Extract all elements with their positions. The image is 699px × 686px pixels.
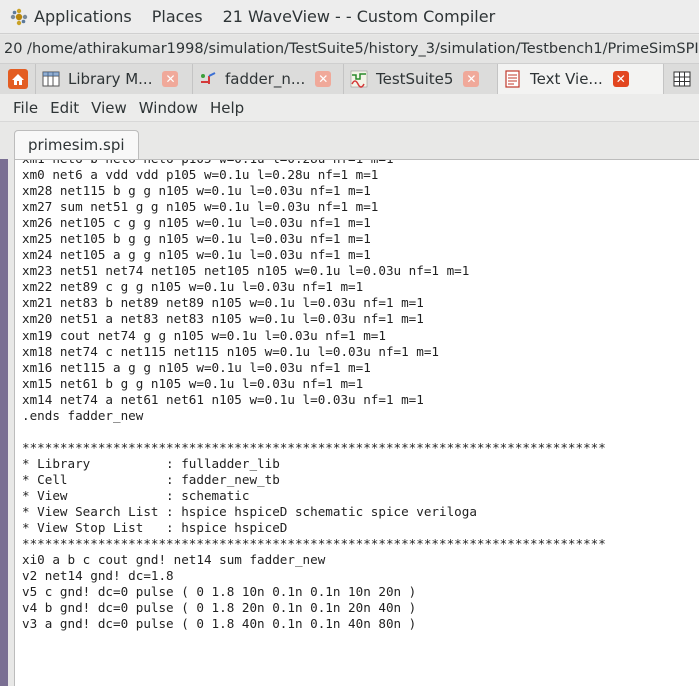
applications-icon[interactable] — [10, 8, 28, 26]
tab-testsuite5[interactable]: TestSuite5 ✕ — [344, 64, 498, 94]
top-panel: Applications Places 21 WaveView - - Cust… — [0, 0, 699, 34]
code-line: v4 b gnd! dc=0 pulse ( 0 1.8 20n 0.1n 0.… — [22, 600, 417, 616]
document-tab-bar: primesim.spi — [0, 122, 699, 160]
code-line: xm26 net105 c g g n105 w=0.1u l=0.03u nf… — [22, 215, 371, 231]
code-line: * Cell : fadder_new_tb — [22, 471, 280, 487]
menu-view[interactable]: View — [85, 99, 133, 117]
code-line: * Library : fulladder_lib — [22, 455, 280, 471]
document-tab-primesim[interactable]: primesim.spi — [14, 130, 139, 160]
menu-help[interactable]: Help — [204, 99, 250, 117]
tab-library-manager[interactable]: Library M... ✕ — [36, 64, 193, 94]
spice-netlist-text: xm1 net6 b net6 net6 p105 w=0.1u l=0.28u… — [22, 160, 606, 632]
code-line: ****************************************… — [22, 439, 606, 455]
schematic-icon — [199, 70, 217, 88]
code-line: * View Search List : hspice hspiceD sche… — [22, 504, 477, 520]
table-icon — [673, 70, 691, 88]
code-line: ****************************************… — [22, 536, 606, 552]
code-line: xi0 a b c cout gnd! net14 sum fadder_new — [22, 552, 326, 568]
library-manager-icon — [42, 70, 60, 88]
text-view-pane[interactable]: xm1 net6 b net6 net6 p105 w=0.1u l=0.28u… — [14, 159, 699, 686]
code-line: * View Stop List : hspice hspiceD — [22, 520, 288, 536]
tab-text-viewer-label: Text Vie... — [530, 70, 603, 88]
menu-edit[interactable]: Edit — [44, 99, 85, 117]
code-line: v3 a gnd! dc=0 pulse ( 0 1.8 40n 0.1n 0.… — [22, 616, 417, 632]
app-tab-strip: Library M... ✕ fadder_n... ✕ TestSuite5 … — [0, 64, 699, 94]
text-viewer-icon — [504, 70, 522, 88]
close-icon[interactable]: ✕ — [612, 71, 629, 87]
code-line: xm20 net51 a net83 net83 n105 w=0.1u l=0… — [22, 311, 424, 327]
menu-file[interactable]: File — [0, 99, 44, 117]
code-line: xm22 net89 c g g n105 w=0.1u l=0.03u nf=… — [22, 279, 364, 295]
applications-menu[interactable]: Applications — [34, 7, 132, 26]
close-icon[interactable]: ✕ — [463, 71, 480, 87]
tab-fadder-label: fadder_n... — [225, 70, 306, 88]
tab-fadder-schematic[interactable]: fadder_n... ✕ — [193, 64, 344, 94]
tab-library-manager-label: Library M... — [68, 70, 153, 88]
tab-text-viewer[interactable]: Text Vie... ✕ — [498, 64, 664, 94]
code-line: xm16 net115 a g g n105 w=0.1u l=0.03u nf… — [22, 359, 371, 375]
tab-testsuite5-label: TestSuite5 — [376, 70, 454, 88]
code-line: xm25 net105 b g g n105 w=0.1u l=0.03u nf… — [22, 231, 371, 247]
code-line: xm15 net61 b g g n105 w=0.1u l=0.03u nf=… — [22, 375, 364, 391]
active-window-title: 21 WaveView - - Custom Compiler — [222, 7, 496, 26]
home-icon — [7, 69, 28, 89]
desktop-background-strip — [0, 159, 8, 686]
code-line: xm23 net51 net74 net105 net105 n105 w=0.… — [22, 263, 470, 279]
menu-window[interactable]: Window — [133, 99, 204, 117]
close-icon[interactable]: ✕ — [315, 71, 332, 87]
code-line: xm0 net6 a vdd vdd p105 w=0.1u l=0.28u n… — [22, 167, 379, 183]
code-line: xm1 net6 b net6 net6 p105 w=0.1u l=0.28u… — [22, 160, 606, 167]
code-line: * View : schematic — [22, 487, 250, 503]
close-icon[interactable]: ✕ — [162, 71, 179, 87]
waveform-icon — [350, 70, 368, 88]
places-menu[interactable]: Places — [152, 7, 203, 26]
code-line: v2 net14 gnd! dc=1.8 — [22, 568, 174, 584]
code-line: xm27 sum net51 g g n105 w=0.1u l=0.03u n… — [22, 199, 379, 215]
code-line: v5 c gnd! dc=0 pulse ( 0 1.8 10n 0.1n 0.… — [22, 584, 417, 600]
home-tab[interactable] — [0, 64, 36, 94]
window-title-bar[interactable]: 20 /home/athirakumar1998/simulation/Test… — [0, 35, 699, 64]
tab-table-view[interactable] — [664, 64, 699, 94]
window-path-title: 20 /home/athirakumar1998/simulation/Test… — [4, 41, 699, 57]
code-line: xm19 cout net74 g g n105 w=0.1u l=0.03u … — [22, 327, 386, 343]
code-line: xm18 net74 c net115 net115 n105 w=0.1u l… — [22, 343, 440, 359]
code-line: xm14 net74 a net61 net61 n105 w=0.1u l=0… — [22, 391, 424, 407]
code-line: .ends fadder_new — [22, 407, 144, 423]
menu-bar: File Edit View Window Help — [0, 94, 699, 122]
code-line: xm24 net105 a g g n105 w=0.1u l=0.03u nf… — [22, 247, 371, 263]
code-line: xm28 net115 b g g n105 w=0.1u l=0.03u nf… — [22, 183, 371, 199]
code-line: xm21 net83 b net89 net89 n105 w=0.1u l=0… — [22, 295, 424, 311]
